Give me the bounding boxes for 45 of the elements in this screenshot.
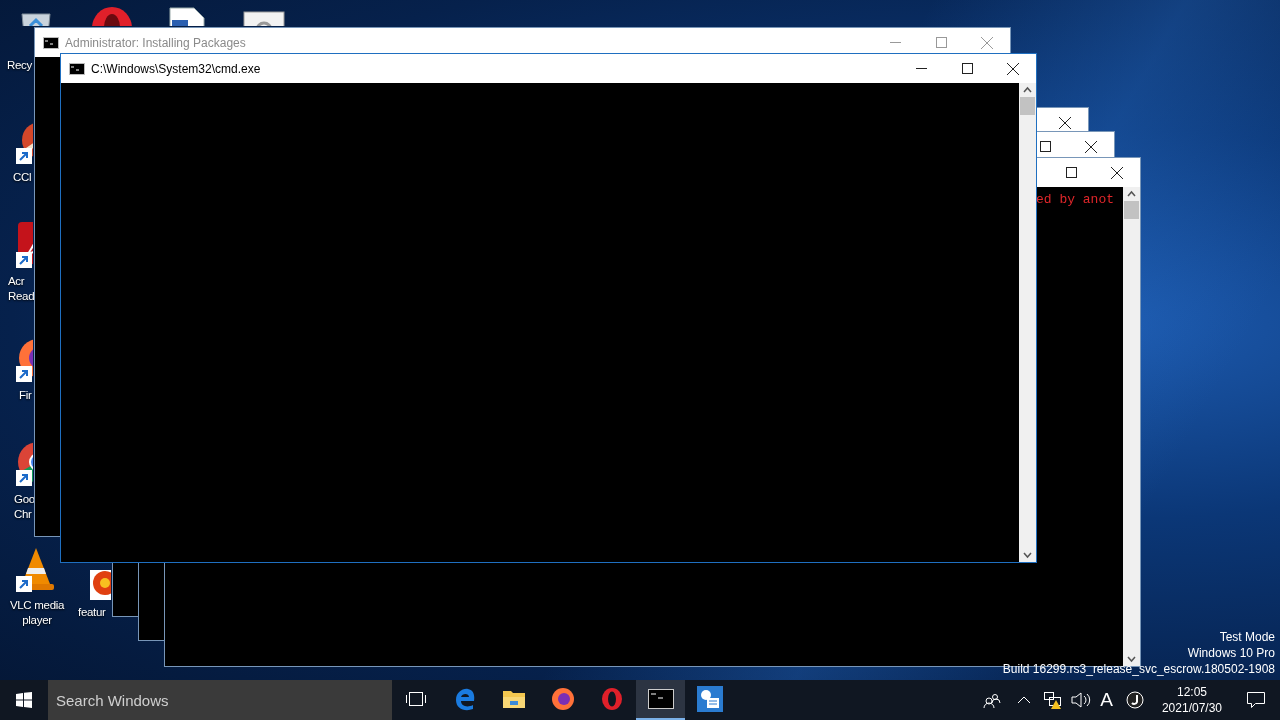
- desktop-icon-label[interactable]: Acr Read: [8, 274, 35, 304]
- clock[interactable]: 12:05 2021/07/30: [1151, 684, 1232, 716]
- input-indicator[interactable]: A: [1100, 689, 1113, 711]
- people-icon[interactable]: [983, 692, 1002, 708]
- desktop-icon-label[interactable]: VLC media player: [0, 598, 74, 628]
- close-icon[interactable]: [1007, 62, 1019, 75]
- close-icon[interactable]: [1085, 140, 1097, 153]
- desktop-icon-label[interactable]: Recy: [7, 58, 32, 73]
- maximize-icon[interactable]: [1065, 167, 1077, 178]
- desktop-info-text: Test Mode: [1219, 629, 1275, 645]
- notification-icon[interactable]: [1246, 691, 1266, 709]
- desktop-icon-label[interactable]: CCl: [13, 170, 32, 185]
- console-icon: [69, 62, 85, 75]
- console-text: ed by anot: [1036, 192, 1114, 207]
- scrollbar[interactable]: [1019, 83, 1036, 562]
- desktop-icon-label[interactable]: Goo Chr: [14, 492, 35, 522]
- close-icon[interactable]: [1111, 166, 1123, 179]
- search-field[interactable]: Search Windows: [48, 680, 392, 720]
- speaker-icon[interactable]: [1071, 692, 1092, 708]
- desktop-icon-label[interactable]: Fir: [19, 388, 32, 403]
- taskbar-app-button[interactable]: [636, 680, 685, 720]
- network-warning-icon[interactable]: [1043, 691, 1064, 709]
- task-view-icon[interactable]: [405, 691, 427, 707]
- acrobat-desktop-icon[interactable]: [16, 222, 33, 270]
- window-title: C:\Windows\System32\cmd.exe: [91, 61, 261, 76]
- firefox-icon[interactable]: [550, 687, 575, 711]
- close-icon[interactable]: [1059, 116, 1071, 129]
- scrollbar-thumb[interactable]: [1020, 97, 1035, 115]
- maximize-icon[interactable]: [961, 63, 973, 74]
- desktop-icon-label[interactable]: featur: [78, 605, 106, 620]
- maximize-icon[interactable]: [1039, 141, 1051, 152]
- console-icon[interactable]: [647, 689, 674, 709]
- opera-icon[interactable]: [600, 687, 623, 711]
- java-circle-icon[interactable]: [1125, 691, 1144, 709]
- clock-time: 12:05: [1176, 684, 1207, 700]
- chevron-up-icon[interactable]: [1017, 696, 1032, 704]
- console-icon: [43, 36, 59, 49]
- clock-date: 2021/07/30: [1161, 700, 1222, 716]
- scrollbar[interactable]: [1123, 187, 1140, 666]
- windows-start-icon[interactable]: [16, 692, 32, 708]
- folder-icon[interactable]: [501, 688, 526, 710]
- window-title: Administrator: Installing Packages: [65, 35, 246, 50]
- desktop-info-text: Build 16299.rs3_release_svc_escrow.180502-1908: [1002, 661, 1275, 677]
- scrollbar-thumb[interactable]: [1124, 201, 1139, 219]
- desktop-info-text: Windows 10 Pro: [1187, 645, 1275, 661]
